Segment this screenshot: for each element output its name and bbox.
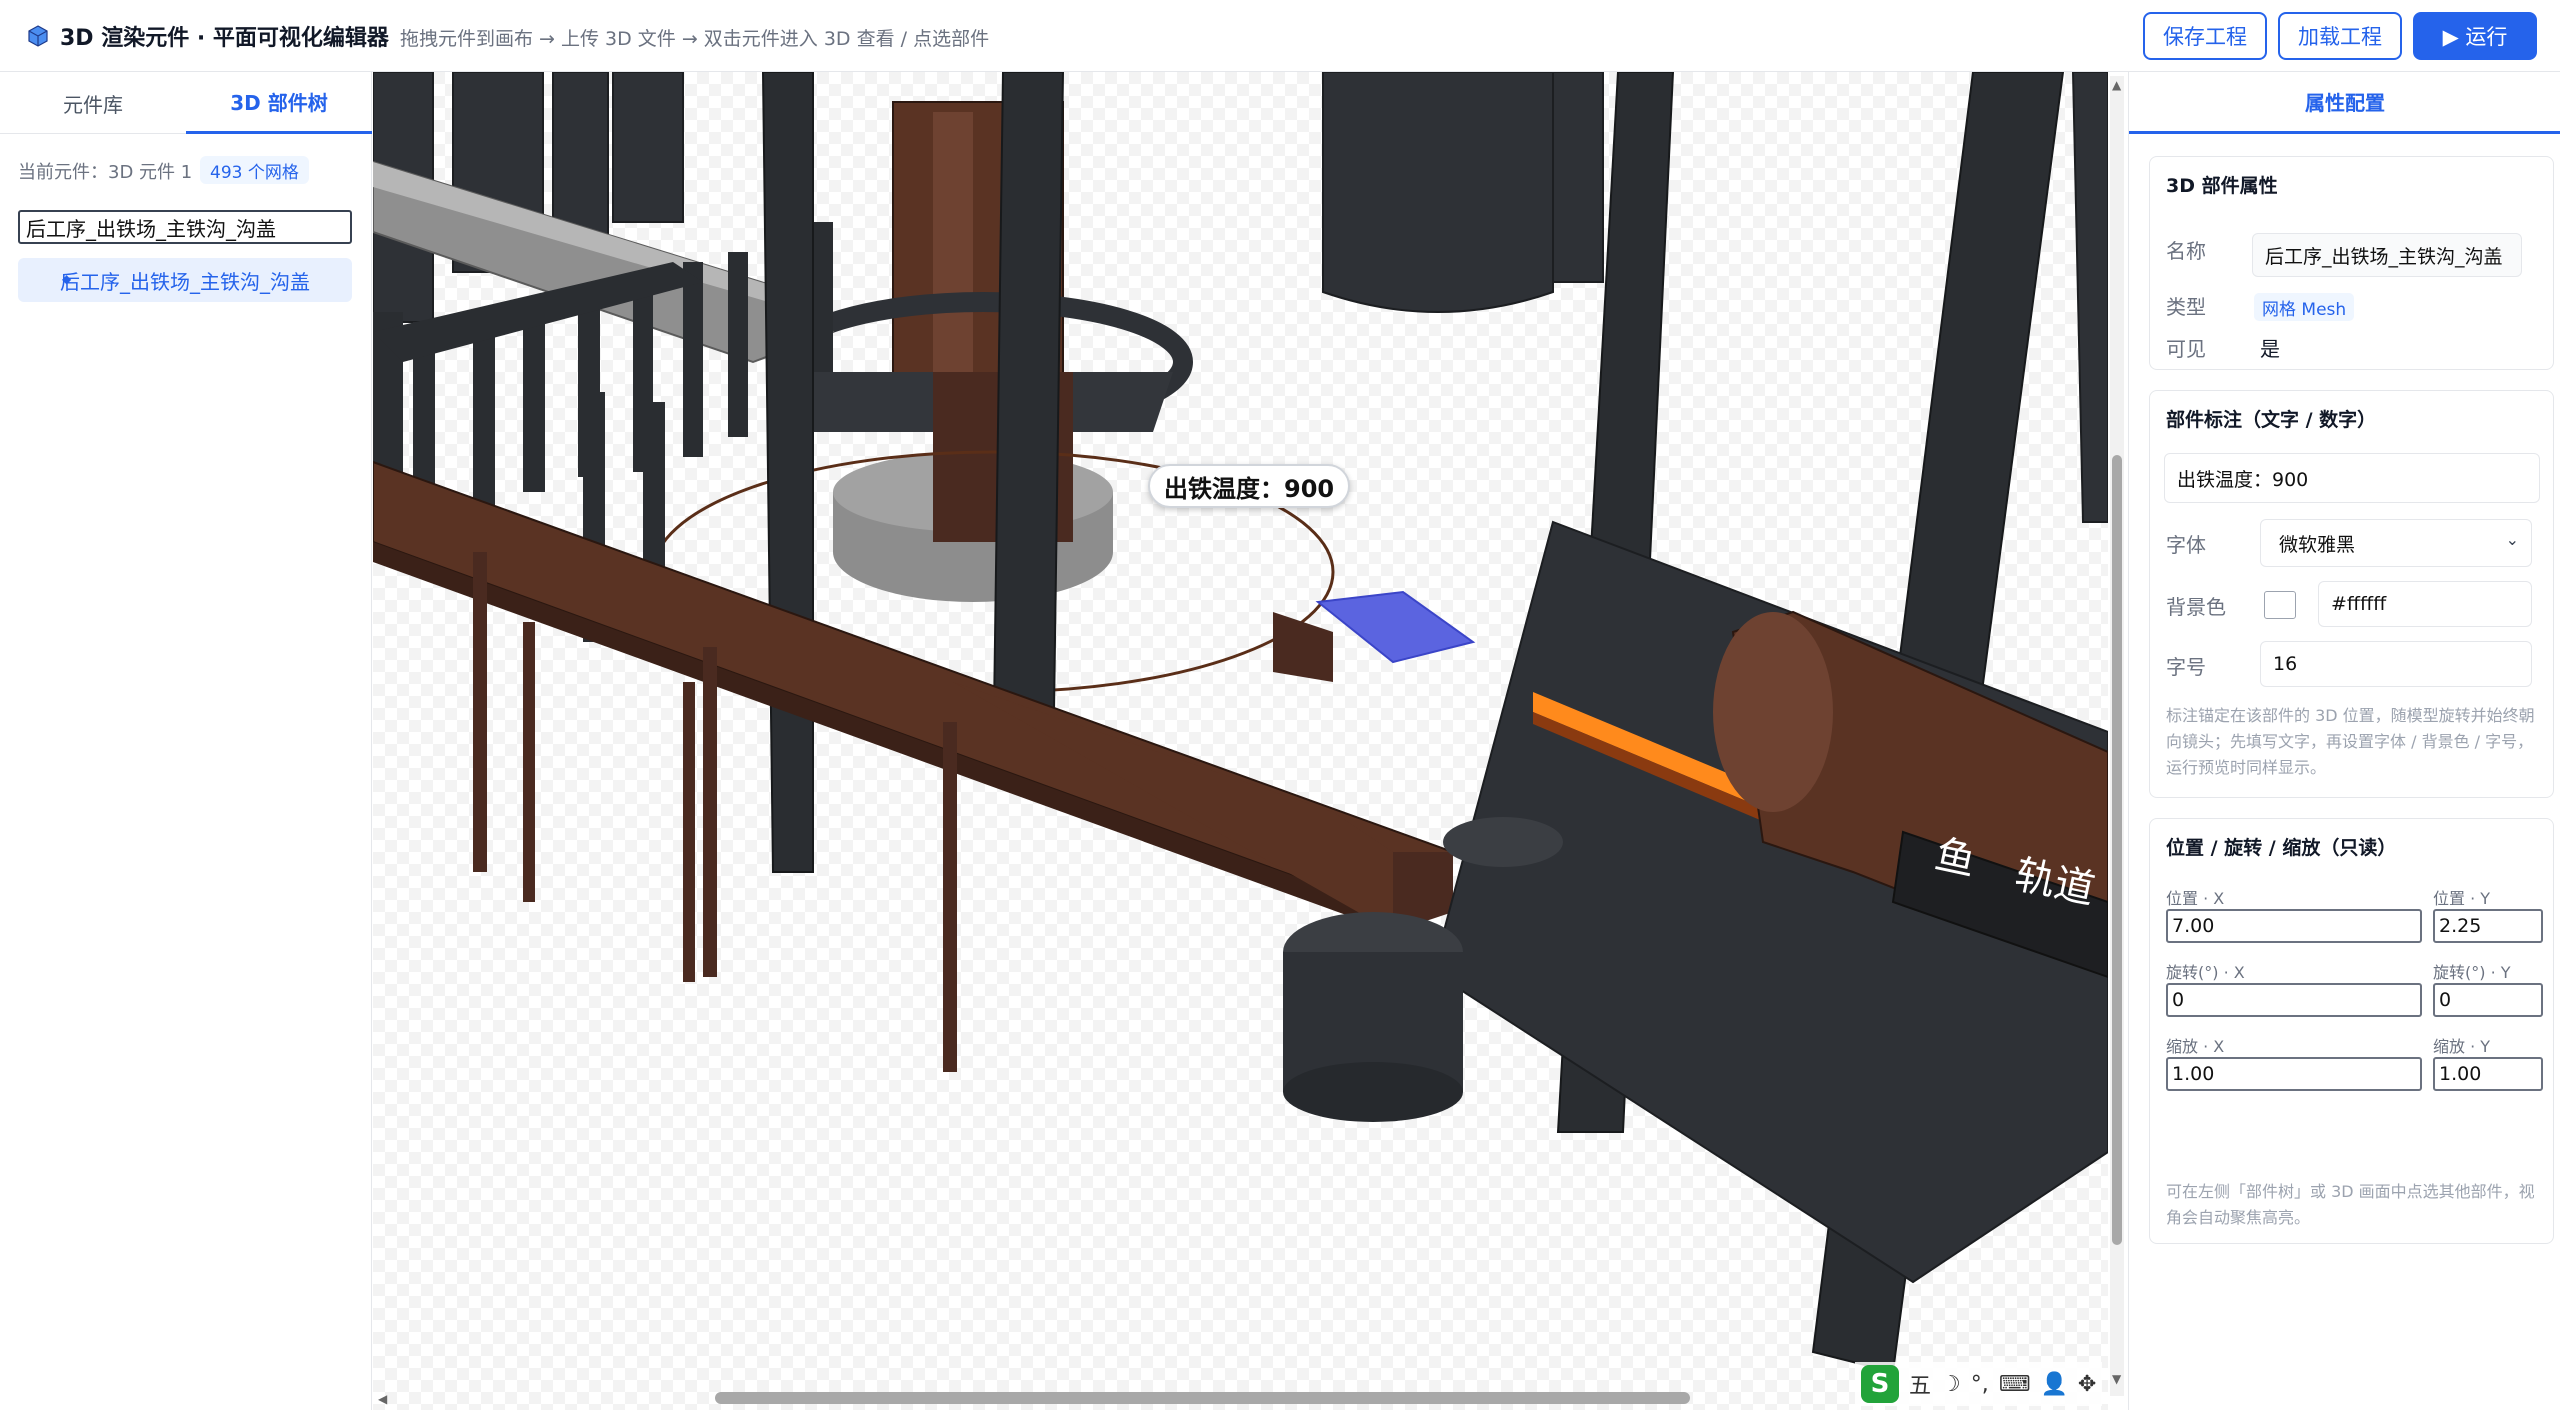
card-title: 位置 / 旋转 / 缩放（只读） — [2166, 837, 2397, 859]
cube-icon — [28, 25, 48, 47]
properties-panel: 属性配置 3D 部件属性 名称 后工序_出铁场_主铁沟_沟盖 类型 网格 Mes… — [2128, 72, 2560, 1410]
annotation-text-input[interactable]: 出铁温度：900 — [2164, 453, 2540, 503]
app-header: 3D 渲染元件 · 平面可视化编辑器 拖拽元件到画布 → 上传 3D 文件 → … — [0, 0, 2560, 72]
card-title: 3D 部件属性 — [2166, 175, 2278, 197]
rotation-x-label: 旋转(°) · X — [2166, 963, 2245, 982]
3d-viewport[interactable]: 鱼 轨道 出铁温度：900 — [373, 72, 2108, 1410]
chevron-down-icon: ⌄ — [2505, 530, 2519, 549]
scroll-left-arrow-icon[interactable]: ◀ — [378, 1392, 387, 1406]
viewport-vertical-scrollbar-thumb[interactable] — [2112, 455, 2122, 1245]
scroll-down-arrow-icon[interactable]: ▼ — [2112, 1372, 2121, 1386]
app-title: 3D 渲染元件 · 平面可视化编辑器 — [60, 26, 389, 51]
ime-toolbar[interactable]: S 五 ☽ °, ⌨ 👤 ✥ — [1855, 1362, 2103, 1406]
card-title: 部件标注（文字 / 数字） — [2166, 409, 2377, 431]
keyboard-icon[interactable]: ⌨ — [1999, 1372, 2031, 1397]
apps-grid-icon[interactable]: ✥ — [2078, 1372, 2096, 1397]
scale-x-input[interactable]: 1.00 — [2166, 1057, 2422, 1091]
bg-color-label: 背景色 — [2166, 595, 2226, 619]
3d-scene[interactable]: 鱼 轨道 — [373, 72, 2108, 1410]
position-y-input[interactable]: 2.25 — [2433, 909, 2543, 943]
user-icon[interactable]: 👤 — [2041, 1372, 2068, 1397]
bg-color-swatch[interactable] — [2264, 591, 2296, 619]
left-sidebar: 元件库 3D 部件树 当前元件：3D 元件 1 493 个网格 ◆ 后工序_出铁… — [0, 72, 372, 1410]
current-component-label: 当前元件：3D 元件 1 — [18, 162, 193, 183]
font-label: 字体 — [2166, 533, 2206, 557]
font-select[interactable]: 微软雅黑 ⌄ — [2260, 519, 2532, 567]
visible-value: 是 — [2260, 337, 2280, 361]
name-label: 名称 — [2166, 239, 2206, 263]
load-project-button[interactable]: 加载工程 — [2278, 12, 2402, 60]
tab-component-library[interactable]: 元件库 — [0, 72, 186, 134]
app-hint: 拖拽元件到画布 → 上传 3D 文件 → 双击元件进入 3D 查看 / 点选部件 — [400, 28, 990, 50]
rotation-y-label: 旋转(°) · Y — [2433, 963, 2511, 982]
scale-y-label: 缩放 · Y — [2433, 1037, 2491, 1056]
type-label: 类型 — [2166, 295, 2206, 319]
punctuation-icon[interactable]: °, — [1971, 1372, 1989, 1397]
tab-property-config[interactable]: 属性配置 — [2129, 72, 2560, 134]
part-name-field: 后工序_出铁场_主铁沟_沟盖 — [2252, 233, 2522, 277]
save-project-button[interactable]: 保存工程 — [2143, 12, 2267, 60]
sogou-ime-logo-icon[interactable]: S — [1861, 1365, 1899, 1403]
tab-3d-part-tree[interactable]: 3D 部件树 — [186, 72, 372, 134]
scale-y-input[interactable]: 1.00 — [2433, 1057, 2543, 1091]
part-search-input[interactable] — [18, 210, 352, 244]
mesh-type-tag: 网格 Mesh — [2254, 293, 2355, 321]
scroll-up-arrow-icon[interactable]: ▲ — [2112, 78, 2121, 92]
visible-label: 可见 — [2166, 337, 2206, 361]
position-y-label: 位置 · Y — [2433, 889, 2491, 908]
font-select-value: 微软雅黑 — [2279, 533, 2356, 556]
rotation-y-input[interactable]: 0 — [2433, 983, 2543, 1017]
moon-icon[interactable]: ☽ — [1941, 1372, 1961, 1397]
annotation-help-text: 标注锚定在该部件的 3D 位置，随模型旋转并始终朝向镜头；先填写文字，再设置字体… — [2166, 706, 2535, 777]
rotation-x-input[interactable]: 0 — [2166, 983, 2422, 1017]
tree-item[interactable]: ◆ 后工序_出铁场_主铁沟_沟盖 — [18, 258, 352, 302]
ime-wubi-mode[interactable]: 五 — [1909, 1368, 1931, 1400]
position-x-label: 位置 · X — [2166, 889, 2225, 908]
font-size-input[interactable]: 16 — [2260, 641, 2532, 687]
tree-node-dot-icon: ◆ — [62, 272, 72, 286]
run-button[interactable]: ▶ 运行 — [2413, 12, 2537, 60]
transform-help-text: 可在左侧「部件树」或 3D 画面中点选其他部件，视角会自动聚焦高亮。 — [2166, 1182, 2535, 1227]
part-annotation-card: 部件标注（文字 / 数字） 出铁温度：900 字体 微软雅黑 ⌄ 背景色 #ff… — [2149, 390, 2554, 798]
part-annotation-label: 出铁温度：900 — [1148, 464, 1351, 508]
tree-item-label: 后工序_出铁场_主铁沟_沟盖 — [60, 269, 310, 294]
transform-card: 位置 / 旋转 / 缩放（只读） 位置 · X 位置 · Y 7.00 2.25… — [2149, 818, 2554, 1244]
viewport-horizontal-scrollbar-thumb[interactable] — [715, 1392, 1690, 1404]
left-tabs: 元件库 3D 部件树 — [0, 72, 372, 134]
position-x-input[interactable]: 7.00 — [2166, 909, 2422, 943]
scale-x-label: 缩放 · X — [2166, 1037, 2225, 1056]
part-properties-card: 3D 部件属性 名称 后工序_出铁场_主铁沟_沟盖 类型 网格 Mesh 可见 … — [2149, 156, 2554, 370]
font-size-label: 字号 — [2166, 655, 2206, 679]
bg-color-input[interactable]: #ffffff — [2318, 581, 2532, 627]
mesh-count-badge: 493 个网格 — [200, 156, 309, 184]
